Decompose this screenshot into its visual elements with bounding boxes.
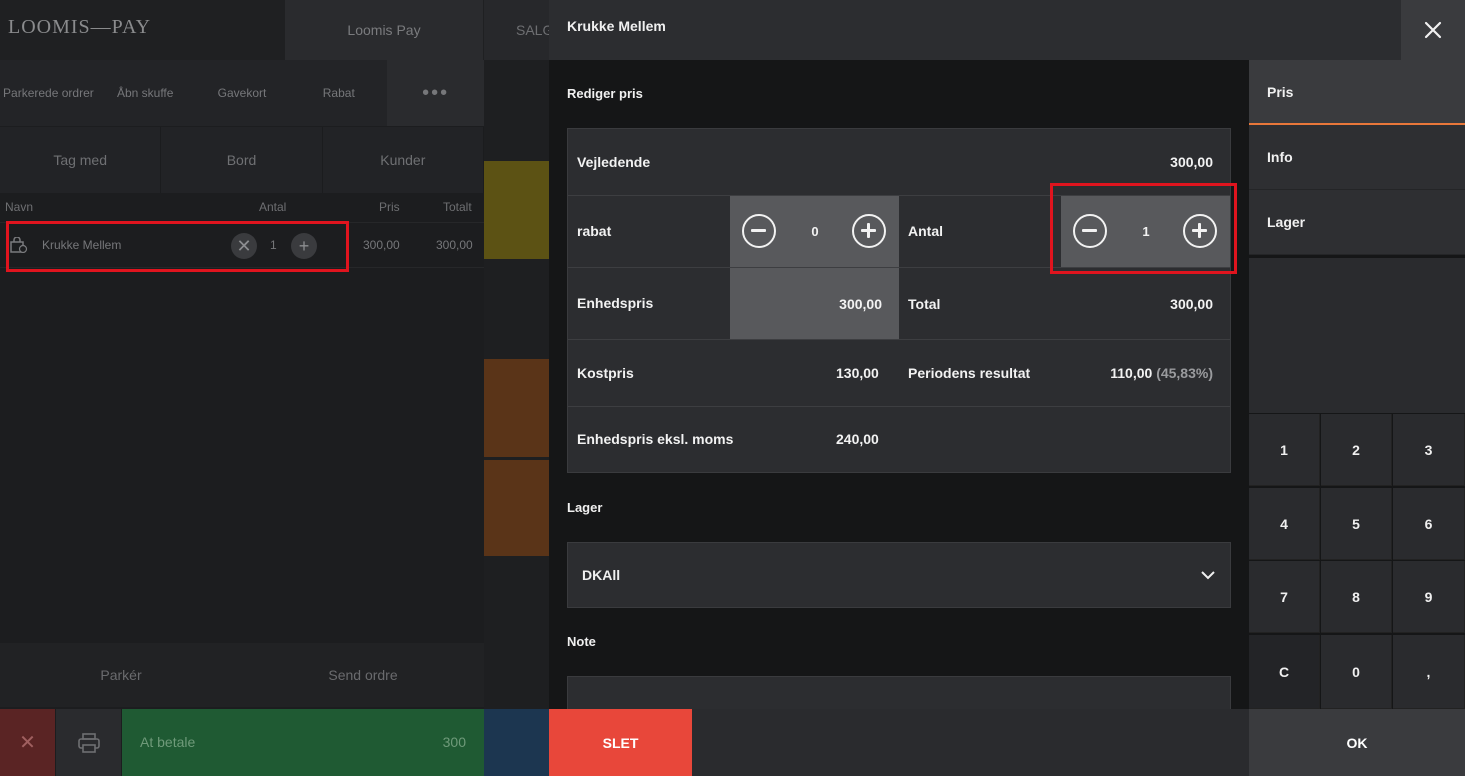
order-table-header: Navn Antal Pris Totalt [0, 196, 484, 220]
lager-selected-value: DKAll [582, 567, 621, 583]
more-button[interactable]: ••• [387, 60, 484, 126]
product-tile[interactable] [484, 359, 549, 457]
divider [568, 339, 1230, 340]
ok-button[interactable]: OK [1249, 709, 1465, 776]
order-line-total: 300,00 [436, 238, 473, 252]
enhedspris-value: 300,00 [839, 296, 882, 312]
edit-item-dialog: Krukke Mellem Rediger pris Vejledende 30… [549, 0, 1465, 776]
loomis-pay-button[interactable]: Loomis Pay [285, 0, 483, 60]
order-actions: Parkér Send ordre [0, 643, 484, 707]
key-1[interactable]: 1 [1249, 414, 1320, 486]
customers-button[interactable]: Kunder [323, 127, 484, 193]
key-3[interactable]: 3 [1393, 414, 1465, 486]
gift-card-button[interactable]: Gavekort [194, 60, 291, 126]
eksl-moms-label: Enhedspris eksl. moms [577, 431, 734, 447]
park-button[interactable]: Parkér [0, 643, 242, 707]
total-value: 300,00 [1170, 296, 1213, 312]
kostpris-label: Kostpris [577, 365, 634, 381]
plus-icon[interactable] [852, 214, 886, 248]
key-comma[interactable]: , [1393, 635, 1465, 709]
parked-orders-button[interactable]: Parkerede ordrer [0, 60, 97, 126]
tab-info[interactable]: Info [1249, 125, 1465, 190]
divider [568, 406, 1230, 407]
delete-button[interactable]: SLET [549, 709, 692, 776]
col-total: Totalt [443, 200, 472, 214]
open-drawer-button[interactable]: Åbn skuffe [97, 60, 194, 126]
side-panel-empty [1249, 258, 1465, 413]
eksl-moms-value: 240,00 [836, 431, 879, 447]
vejledende-value: 300,00 [1170, 154, 1213, 170]
close-dialog-button[interactable] [1401, 0, 1465, 60]
print-button[interactable] [56, 709, 121, 776]
antal-highlight [1050, 183, 1237, 274]
key-4[interactable]: 4 [1249, 488, 1320, 560]
resultat-label: Periodens resultat [908, 365, 1031, 381]
dialog-footer: SLET [549, 709, 1249, 776]
col-qty: Antal [259, 200, 287, 214]
enhedspris-input[interactable]: 300,00 [730, 268, 899, 339]
key-0[interactable]: 0 [1321, 635, 1392, 709]
kostpris-value: 130,00 [836, 365, 879, 381]
pay-amount: 300 [442, 734, 466, 750]
send-order-button[interactable]: Send ordre [242, 643, 484, 707]
printer-icon [77, 732, 100, 753]
lager-select[interactable]: DKAll [567, 542, 1231, 608]
col-price: Pris [379, 200, 400, 214]
discount-button[interactable]: Rabat [290, 60, 387, 126]
key-clear[interactable]: C [1249, 635, 1320, 709]
numeric-keypad: 1 2 3 4 5 6 7 8 9 C 0 , [1249, 414, 1465, 709]
dialog-header: Krukke Mellem [549, 0, 1465, 60]
key-9[interactable]: 9 [1393, 561, 1465, 633]
resultat-value: 110,00 [1110, 365, 1153, 381]
pay-label: At betale [140, 734, 196, 750]
dialog-title: Krukke Mellem [567, 18, 666, 34]
key-7[interactable]: 7 [1249, 561, 1320, 633]
mode-row: Tag med Bord Kunder [0, 127, 484, 193]
product-tile[interactable] [484, 161, 549, 259]
tab-pris[interactable]: Pris [1249, 60, 1465, 125]
total-label: Total [908, 296, 941, 312]
rabat-label: rabat [577, 223, 612, 239]
payment-bar: ✕ At betale 300 [0, 709, 484, 776]
product-tile[interactable] [484, 709, 549, 776]
col-name: Navn [5, 200, 34, 214]
loomis-logo: LOOMIS—PAY [8, 16, 152, 38]
enhedspris-label: Enhedspris [577, 295, 654, 311]
pos-background: LOOMIS—PAY Loomis Pay SALG Parkerede ord… [0, 0, 549, 776]
table-button[interactable]: Bord [161, 127, 323, 193]
pay-button[interactable]: At betale 300 [122, 709, 484, 776]
side-tabs: Pris Info Lager [1249, 60, 1465, 255]
function-row: Parkerede ordrer Åbn skuffe Gavekort Rab… [0, 60, 484, 126]
key-2[interactable]: 2 [1321, 414, 1392, 486]
note-label: Note [567, 634, 596, 649]
order-line-highlight [6, 221, 349, 272]
tab-lager[interactable]: Lager [1249, 190, 1465, 255]
order-line-price: 300,00 [363, 238, 400, 252]
vejledende-label: Vejledende [577, 154, 651, 170]
key-5[interactable]: 5 [1321, 488, 1392, 560]
rabat-stepper: 0 [730, 196, 899, 267]
key-8[interactable]: 8 [1321, 561, 1392, 633]
key-6[interactable]: 6 [1393, 488, 1465, 560]
resultat-percent: (45,83%) [1156, 365, 1213, 381]
edit-price-label: Rediger pris [567, 86, 643, 101]
lager-label: Lager [567, 500, 603, 515]
tab-salg[interactable]: SALG [484, 0, 549, 60]
close-icon [1424, 21, 1442, 39]
resultat-value-group: 110,00 (45,83%) [1110, 365, 1213, 381]
note-input[interactable] [567, 676, 1231, 709]
price-grid: Vejledende 300,00 rabat 0 Antal 1 Enheds… [567, 128, 1231, 473]
minus-icon[interactable] [742, 214, 776, 248]
chevron-down-icon [1201, 571, 1215, 580]
close-icon: ✕ [19, 732, 36, 754]
pos-topbar: LOOMIS—PAY Loomis Pay SALG [0, 0, 549, 60]
takeaway-button[interactable]: Tag med [0, 127, 162, 193]
antal-label: Antal [908, 223, 943, 239]
product-tile[interactable] [484, 460, 549, 556]
cancel-order-button[interactable]: ✕ [0, 709, 55, 776]
rabat-value: 0 [811, 224, 819, 239]
